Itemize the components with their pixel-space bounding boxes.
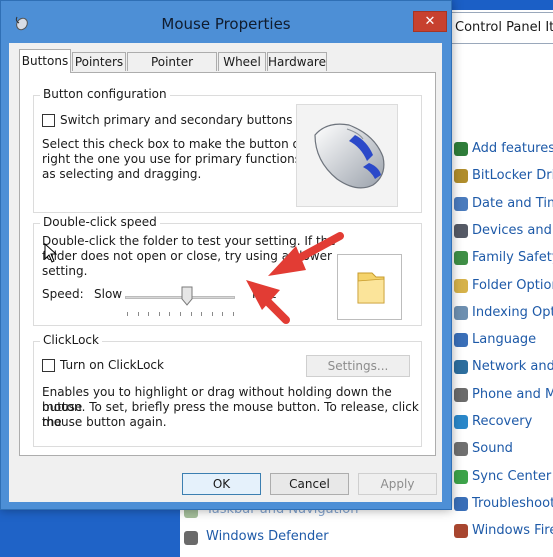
control-panel-item-label: Sound: [472, 441, 513, 457]
slider-tick: [158, 312, 160, 316]
tab-buttons[interactable]: Buttons: [19, 49, 71, 73]
tab-pointers[interactable]: Pointers: [72, 52, 126, 71]
mouse-properties-dialog: Mouse Properties ✕ Buttons Pointers Poin…: [0, 0, 452, 510]
slider-tick: [137, 312, 139, 316]
control-panel-item-label: Indexing Optio: [472, 304, 553, 320]
speed-label: Speed:: [42, 287, 84, 301]
apply-button[interactable]: Apply: [358, 473, 437, 495]
switch-buttons-checkbox[interactable]: [42, 114, 55, 127]
windows-defender-icon: [184, 531, 198, 545]
control-panel-address-bar[interactable]: Control Panel Iter: [448, 12, 553, 44]
control-panel-item-label: Sync Center: [472, 468, 552, 484]
slider-tick: [148, 312, 150, 316]
control-panel-item-icon: [454, 278, 468, 293]
tab-label: Wheel: [223, 55, 261, 69]
mouse-cursor-icon: [44, 243, 58, 263]
clicklock-group: ClickLock Turn on ClickLock Settings... …: [33, 333, 422, 447]
button-config-desc-line1: Select this check box to make the button…: [42, 137, 331, 151]
slider-tick: [127, 312, 128, 316]
slider-tick: [169, 312, 171, 316]
button-label: Cancel: [289, 477, 330, 491]
control-panel-item-label: Family Safety: [472, 250, 553, 266]
button-configuration-group: Button configuration Switch primary and …: [33, 87, 422, 213]
button-configuration-title: Button configuration: [40, 87, 170, 101]
test-folder[interactable]: [337, 254, 402, 320]
clicklock-checkbox[interactable]: [42, 359, 55, 372]
control-panel-item-label: Devices and P: [472, 222, 553, 238]
slider-thumb[interactable]: [181, 286, 193, 306]
control-panel-item-label: Date and Time: [472, 195, 553, 211]
button-config-desc-line3: as selecting and dragging.: [42, 167, 202, 181]
control-panel-item-icon: [454, 387, 468, 402]
clicklock-settings-button[interactable]: Settings...: [306, 355, 410, 377]
control-panel-item-icon: [454, 524, 468, 539]
dialog-client-area: Buttons Pointers Pointer Options Wheel H…: [9, 43, 442, 502]
control-panel-item-label: Network and S: [472, 359, 553, 375]
slider-tick: [201, 312, 203, 316]
tab-label: Pointers: [74, 55, 124, 69]
slider-tick: [233, 312, 234, 316]
control-panel-item-label: Recovery: [472, 414, 533, 429]
slider-tick: [180, 312, 181, 316]
control-panel-item-icon: [454, 360, 468, 375]
control-panel-item-icon: [454, 251, 468, 266]
button-config-desc-line2: right the one you use for primary functi…: [42, 152, 333, 166]
tab-hardware[interactable]: Hardware: [267, 52, 327, 71]
address-text: Control Panel Iter: [455, 20, 553, 35]
ok-button[interactable]: OK: [182, 473, 261, 495]
slider-tick: [190, 312, 192, 316]
double-click-desc-line1: Double-click the folder to test your set…: [42, 234, 336, 248]
double-click-desc-line3: setting.: [42, 264, 88, 278]
close-icon: ✕: [424, 14, 436, 29]
button-label: Settings...: [327, 359, 389, 373]
control-panel-item-label: Language: [472, 332, 537, 348]
folder-icon: [357, 272, 385, 304]
tab-label: Hardware: [268, 55, 326, 69]
control-panel-item-icon: [454, 469, 468, 484]
buttons-tab-panel: Button configuration Switch primary and …: [19, 72, 436, 456]
control-panel-item-label: Windows Firev: [472, 523, 553, 539]
double-click-speed-title: Double-click speed: [40, 215, 160, 229]
control-panel-item-label: Phone and Mo: [472, 386, 553, 402]
control-panel-item-icon: [454, 169, 468, 184]
mouse-image: [314, 123, 385, 189]
double-click-speed-group: Double-click speed Double-click the fold…: [33, 215, 422, 326]
control-panel-item-label: BitLocker Drive: [472, 168, 553, 184]
control-panel-item-label: Add features t: [472, 141, 553, 156]
slow-label: Slow: [94, 287, 123, 301]
control-panel-item-icon: [454, 496, 468, 511]
control-panel-item-label: Troubleshootin: [472, 495, 553, 511]
button-label: OK: [212, 477, 231, 491]
dialog-titlebar[interactable]: Mouse Properties ✕: [1, 1, 451, 43]
tab-wheel[interactable]: Wheel: [218, 52, 266, 71]
control-panel-window: Control Panel Iter Add features t BitLock…: [442, 0, 553, 557]
double-click-desc-line2: folder does not open or close, try using…: [42, 249, 332, 263]
mouse-illustration: [296, 104, 398, 207]
tab-label: Buttons: [21, 54, 69, 68]
double-click-speed-slider[interactable]: [125, 296, 235, 299]
dialog-title: Mouse Properties: [161, 15, 291, 33]
control-panel-item-icon: [454, 305, 468, 320]
fast-label: Fast: [252, 287, 277, 301]
control-panel-titlebar: [442, 0, 553, 10]
clicklock-label: Turn on ClickLock: [60, 358, 164, 372]
tab-pointer-options[interactable]: Pointer Options: [127, 52, 217, 87]
clicklock-title: ClickLock: [40, 333, 102, 347]
control-panel-item-icon: [454, 142, 468, 156]
control-panel-item-icon: [454, 196, 468, 211]
control-panel-item-icon: [454, 442, 468, 457]
switch-buttons-label: Switch primary and secondary buttons: [60, 113, 293, 127]
control-panel-item-icon: [454, 223, 468, 238]
control-panel-item-label: Folder Option: [472, 277, 553, 293]
close-button[interactable]: ✕: [413, 11, 447, 32]
control-panel-item-icon: [454, 333, 468, 348]
button-label: Apply: [380, 477, 415, 491]
control-panel-item-icon: [454, 415, 468, 429]
cancel-button[interactable]: Cancel: [270, 473, 349, 495]
clicklock-desc-line3: mouse button again.: [42, 415, 167, 429]
slider-tick: [211, 312, 213, 316]
slider-tick: [222, 312, 224, 316]
